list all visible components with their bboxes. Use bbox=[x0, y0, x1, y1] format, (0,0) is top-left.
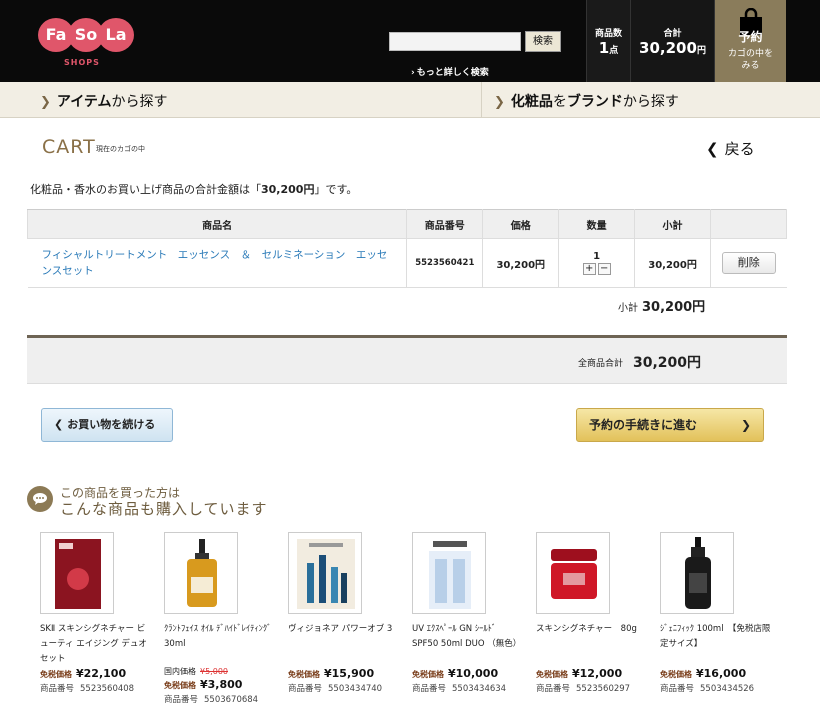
proceed-to-reservation-button[interactable]: 予約の手続きに進む ❯ bbox=[576, 408, 764, 442]
recommended-product[interactable]: ｼﾞｪﾆﾌｨｯｸ 100ml 【免税店限定サイズ】 免税価格 ¥16,000 商品… bbox=[660, 532, 772, 694]
chevron-right-icon: ❯ bbox=[740, 418, 751, 432]
nav-divider bbox=[481, 82, 482, 118]
col-header-price: 価格 bbox=[482, 209, 560, 239]
product-code: 商品番号 5503670684 bbox=[164, 695, 259, 705]
nav-search-by-brand[interactable]: ❯ 化粧品をブランドから探す bbox=[494, 91, 679, 111]
product-image[interactable] bbox=[164, 532, 238, 614]
grand-total-value: 30,200円 bbox=[633, 355, 702, 371]
cart-summary-text: 化粧品・香水のお買い上げ商品の合計金額は「30,200円」です。 bbox=[30, 183, 358, 196]
view-cart-label: カゴの中を みる bbox=[727, 49, 773, 71]
recommended-product[interactable]: ヴィジョネア パワーオブ 3 免税価格 ¥15,900 商品番号 550343474… bbox=[288, 532, 400, 694]
product-image[interactable] bbox=[40, 532, 114, 614]
recommend-title-line2: こんな商品も購入しています bbox=[60, 500, 268, 518]
recommended-product[interactable]: スキンシグネチャー 80g 免税価格 ¥12,000 商品番号 5523560297 bbox=[536, 532, 648, 694]
product-code: 商品番号 5523560297 bbox=[536, 684, 631, 694]
chevron-left-icon: ❮ bbox=[54, 418, 64, 431]
cart-table: 商品名 商品番号 価格 数量 小計 フィシャルトリートメント エッセンス ＆ セ… bbox=[26, 209, 787, 288]
cart-item-actions: 削除 bbox=[710, 238, 787, 288]
product-code: 商品番号 5523560408 bbox=[40, 684, 135, 694]
col-header-subtotal: 小計 bbox=[634, 209, 711, 239]
search-input[interactable] bbox=[389, 32, 521, 51]
col-header-code: 商品番号 bbox=[406, 209, 484, 239]
qty-decrease-button[interactable]: − bbox=[597, 263, 611, 275]
category-nav: ❯ アイテムから探す ❯ 化粧品をブランドから探す bbox=[0, 82, 820, 118]
product-name[interactable]: ｸﾗﾝﾄﾌｪｲｽ ｵｲﾙ ﾃﾞﾊｲﾄﾞﾚｲﾃｨﾝｸﾞ 30ml bbox=[164, 622, 276, 666]
product-image[interactable] bbox=[412, 532, 486, 614]
reserve-label: 予約 bbox=[738, 30, 763, 44]
table-row: フィシャルトリートメント エッセンス ＆ セルミネーション エッセンスセット 5… bbox=[27, 238, 787, 288]
speech-bubble-icon bbox=[27, 486, 53, 512]
chevron-right-icon: ❯ bbox=[494, 95, 505, 110]
back-label: 戻る bbox=[724, 140, 755, 158]
advanced-search-link[interactable]: › もっと詳しく検索 bbox=[411, 65, 489, 78]
cart-item-qty: 1 bbox=[593, 251, 601, 262]
product-domestic-price: 国内価格 ¥5,000 bbox=[164, 667, 228, 676]
page-title: CART bbox=[42, 136, 96, 158]
qty-increase-button[interactable]: + bbox=[582, 263, 596, 275]
cart-total-box: 合計 30,200円 bbox=[630, 0, 714, 82]
logo-shops: SHOPS bbox=[64, 58, 100, 67]
product-price: 免税価格 ¥3,800 bbox=[164, 678, 243, 691]
back-link[interactable]: ❮ 戻る bbox=[706, 138, 755, 159]
chevron-right-icon: › bbox=[411, 68, 415, 78]
subtotal-row: 小計 30,200円 bbox=[618, 296, 705, 315]
cart-item-code: 5523560421 bbox=[406, 238, 483, 288]
product-name[interactable]: スキンシグネチャー 80g bbox=[536, 622, 648, 666]
product-price: 免税価格 ¥16,000 bbox=[660, 667, 747, 680]
item-count-box: 商品数 1点 bbox=[586, 0, 630, 82]
cart-item-qty-cell: 1 + − bbox=[558, 238, 635, 288]
product-price: 免税価格 ¥10,000 bbox=[412, 667, 499, 680]
logo-la: La bbox=[98, 18, 134, 52]
recommended-product[interactable]: UV ｴｸｽﾍﾟｰﾙ GN ｼｰﾙﾄﾞ SPF50 50ml DUO （無色） … bbox=[412, 532, 524, 694]
product-name[interactable]: ｼﾞｪﾆﾌｨｯｸ 100ml 【免税店限定サイズ】 bbox=[660, 622, 772, 666]
nav-search-by-item[interactable]: ❯ アイテムから探す bbox=[40, 91, 168, 111]
subtotal-label: 小計 bbox=[618, 303, 638, 314]
product-name[interactable]: SKⅡ スキンシグネチャー ビューティ エイジング デュオ セット bbox=[40, 622, 152, 666]
col-header-qty: 数量 bbox=[558, 209, 636, 239]
fasola-shops-logo[interactable]: Fa So La SHOPS bbox=[38, 16, 134, 68]
search-button[interactable]: 検索 bbox=[525, 31, 561, 52]
page-subtitle: 現在のカゴの中 bbox=[96, 145, 145, 153]
product-image[interactable] bbox=[536, 532, 610, 614]
recommended-product[interactable]: ｸﾗﾝﾄﾌｪｲｽ ｵｲﾙ ﾃﾞﾊｲﾄﾞﾚｲﾃｨﾝｸﾞ 30ml 国内価格 ¥5,0… bbox=[164, 532, 276, 705]
product-name[interactable]: UV ｴｸｽﾍﾟｰﾙ GN ｼｰﾙﾄﾞ SPF50 50ml DUO （無色） bbox=[412, 622, 524, 666]
grand-total-label: 全商品合計 bbox=[578, 359, 624, 369]
cart-item-price: 30,200円 bbox=[482, 238, 559, 288]
item-count-label: 商品数 bbox=[594, 29, 622, 39]
product-code: 商品番号 5503434634 bbox=[412, 684, 507, 694]
col-header-actions bbox=[710, 209, 787, 239]
product-image[interactable] bbox=[660, 532, 734, 614]
item-count-value: 1点 bbox=[598, 39, 619, 57]
product-image[interactable] bbox=[288, 532, 362, 614]
product-price: 免税価格 ¥15,900 bbox=[288, 667, 375, 680]
cart-total-value: 30,200円 bbox=[639, 39, 706, 57]
site-header: Fa So La SHOPS 検索 › もっと詳しく検索 商品数 1点 合計 30… bbox=[0, 0, 820, 82]
cart-total-label: 合計 bbox=[663, 29, 682, 39]
continue-shopping-button[interactable]: ❮ お買い物を続ける bbox=[41, 408, 173, 442]
grand-total-box: 全商品合計 30,200円 bbox=[27, 335, 787, 384]
product-code: 商品番号 5503434526 bbox=[660, 684, 755, 694]
view-cart-button[interactable]: 予約 カゴの中を みる bbox=[714, 0, 786, 82]
product-code: 商品番号 5503434740 bbox=[288, 684, 383, 694]
product-price: 免税価格 ¥22,100 bbox=[40, 667, 127, 680]
product-price: 免税価格 ¥12,000 bbox=[536, 667, 623, 680]
cart-item-subtotal: 30,200円 bbox=[634, 238, 711, 288]
subtotal-value: 30,200円 bbox=[642, 300, 706, 315]
chevron-right-icon: ❯ bbox=[40, 95, 51, 110]
product-name[interactable]: ヴィジョネア パワーオブ 3 bbox=[288, 622, 400, 666]
col-header-name: 商品名 bbox=[26, 209, 408, 239]
chevron-left-icon: ❮ bbox=[706, 140, 719, 158]
advanced-search-label: もっと詳しく検索 bbox=[416, 68, 489, 78]
cart-table-header: 商品名 商品番号 価格 数量 小計 bbox=[26, 209, 787, 239]
recommended-product[interactable]: SKⅡ スキンシグネチャー ビューティ エイジング デュオ セット 免税価格 ¥2… bbox=[40, 532, 152, 694]
delete-button[interactable]: 削除 bbox=[721, 252, 776, 274]
cart-item-name-link[interactable]: フィシャルトリートメント エッセンス ＆ セルミネーション エッセンスセット bbox=[27, 238, 407, 288]
